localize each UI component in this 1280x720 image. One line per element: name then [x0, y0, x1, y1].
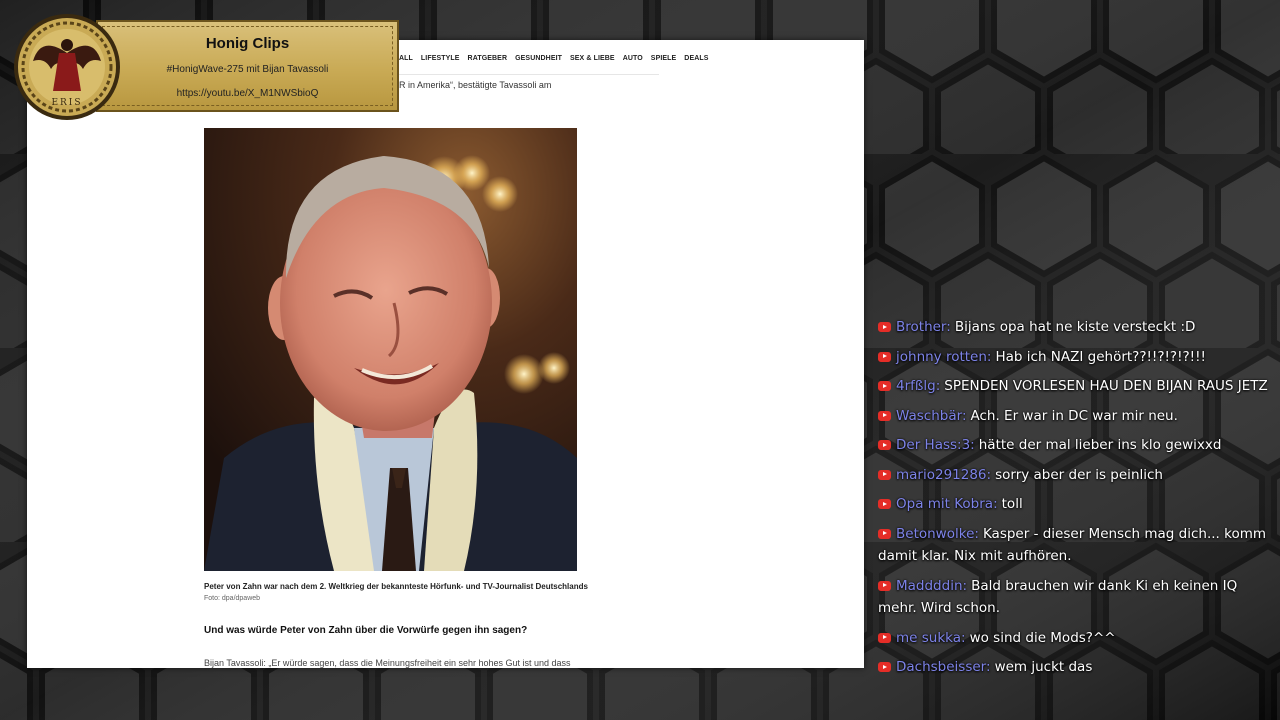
chat-message: Waschbär: Ach. Er war in DC war mir neu.	[878, 405, 1270, 428]
chat-message: johnny rotten: Hab ich NAZI gehört??!!?!?…	[878, 346, 1270, 369]
banner-title: Honig Clips	[205, 35, 290, 52]
chat-text: wem juckt das	[994, 659, 1093, 675]
chat-separator: :	[935, 378, 941, 394]
live-chat: Brother: Bijans opa hat ne kiste versteck…	[878, 316, 1270, 686]
chat-separator: :	[961, 629, 966, 646]
chat-author[interactable]: me sukka	[896, 630, 961, 646]
chat-message: Brother: Bijans opa hat ne kiste versteck…	[878, 316, 1270, 339]
chat-message: me sukka: wo sind die Mods?^^	[878, 627, 1270, 650]
nav-item-all[interactable]: ALL	[399, 55, 413, 62]
chat-text: toll	[1001, 496, 1023, 512]
youtube-icon	[878, 528, 891, 539]
article-window: ALL LIFESTYLE RATGEBER GESUNDHEIT SEX & …	[27, 40, 864, 668]
nav-item-deals[interactable]: DEALS	[684, 55, 708, 62]
chat-text: Ach. Er war in DC war mir neu.	[970, 407, 1178, 424]
nav-item-lifestyle[interactable]: LIFESTYLE	[421, 55, 460, 62]
nav-item-ratgeber[interactable]: RATGEBER	[468, 55, 508, 62]
youtube-icon	[878, 499, 891, 509]
chat-message: Opa mit Kobra: toll	[878, 493, 1270, 516]
article-question-heading: Und was würde Peter von Zahn über die Vo…	[204, 625, 528, 636]
chat-separator: :	[974, 525, 979, 542]
chat-author[interactable]: Dachsbeisser	[896, 659, 986, 675]
chat-message: Maddddin: Bald brauchen wir dank Ki eh ke…	[878, 575, 1270, 620]
chat-separator: :	[986, 466, 992, 483]
eris-logo-text: ERIS	[51, 98, 82, 108]
channel-banner: Honig Clips #HonigWave-275 mit Bijan Tav…	[96, 20, 399, 112]
chat-author[interactable]: mario291286	[896, 467, 987, 483]
chat-message: Betonwolke: Kasper - dieser Mensch mag di…	[878, 523, 1270, 568]
portrait-image	[204, 128, 577, 571]
chat-separator: :	[946, 319, 951, 335]
youtube-icon	[878, 662, 891, 672]
nav-item-auto[interactable]: AUTO	[623, 55, 643, 62]
article-photo	[204, 128, 577, 571]
chat-author[interactable]: Opa mit Kobra	[896, 496, 993, 512]
chat-separator: :	[993, 496, 998, 512]
nav-item-sex-liebe[interactable]: SEX & LIEBE	[570, 55, 615, 62]
youtube-icon	[878, 469, 891, 480]
nav-divider	[399, 74, 659, 75]
chat-author[interactable]: johnny rotten	[896, 349, 987, 365]
banner-subtitle: #HonigWave-275 mit Bijan Tavassoli	[166, 64, 329, 75]
chat-separator: :	[970, 437, 975, 453]
photo-caption: Peter von Zahn war nach dem 2. Weltkrieg…	[204, 582, 588, 591]
chat-message: mario291286: sorry aber der is peinlich	[878, 464, 1270, 487]
youtube-icon	[878, 351, 891, 362]
youtube-icon	[878, 632, 891, 643]
chat-message: Dachsbeisser: wem juckt das	[878, 656, 1270, 679]
chat-author[interactable]: Betonwolke	[896, 526, 974, 542]
youtube-icon	[878, 580, 891, 591]
chat-text: sorry aber der is peinlich	[995, 466, 1163, 483]
chat-text: Hab ich NAZI gehört??!!?!?!?!!!	[995, 348, 1206, 365]
chat-message: 4rfßlg: SPENDEN VORLESEN HAU DEN BIJAN RA…	[878, 375, 1270, 398]
chat-text: Bijans opa hat ne kiste versteckt :D	[954, 319, 1196, 335]
photo-credit: Foto: dpa/dpaweb	[204, 595, 261, 602]
chat-separator: :	[962, 577, 968, 594]
youtube-icon	[878, 410, 891, 421]
chat-author[interactable]: 4rfßlg	[896, 378, 936, 394]
nav-item-spiele[interactable]: SPIELE	[651, 55, 677, 62]
chat-text: wo sind die Mods?^^	[969, 629, 1116, 646]
chat-separator: :	[986, 348, 992, 365]
chat-author[interactable]: Brother	[896, 319, 946, 335]
chat-text: hätte der mal lieber ins klo gewixxd	[978, 437, 1222, 453]
chat-author[interactable]: Der Hass:3	[896, 437, 970, 453]
site-navbar: ALL LIFESTYLE RATGEBER GESUNDHEIT SEX & …	[399, 55, 709, 62]
chat-author[interactable]: Maddddin	[896, 578, 963, 594]
chat-message: Der Hass:3: hätte der mal lieber ins klo …	[878, 434, 1270, 457]
youtube-icon	[878, 322, 891, 332]
chat-separator: :	[961, 407, 967, 424]
youtube-icon	[878, 381, 891, 391]
chat-text: SPENDEN VORLESEN HAU DEN BIJAN RAUS JETZ	[944, 378, 1268, 394]
youtube-icon	[878, 440, 891, 450]
article-answer-text: Bijan Tavassoli: „Er würde sagen, dass d…	[204, 658, 571, 668]
nav-item-gesundheit[interactable]: GESUNDHEIT	[515, 55, 562, 62]
banner-url[interactable]: https://youtu.be/X_M1NWSbioQ	[98, 88, 397, 99]
chat-separator: :	[986, 659, 991, 675]
article-snippet-top: R in Amerika“, bestätigte Tavassoli am	[399, 80, 552, 90]
eris-logo: ERIS	[14, 14, 120, 120]
chat-author[interactable]: Waschbär	[896, 408, 962, 424]
